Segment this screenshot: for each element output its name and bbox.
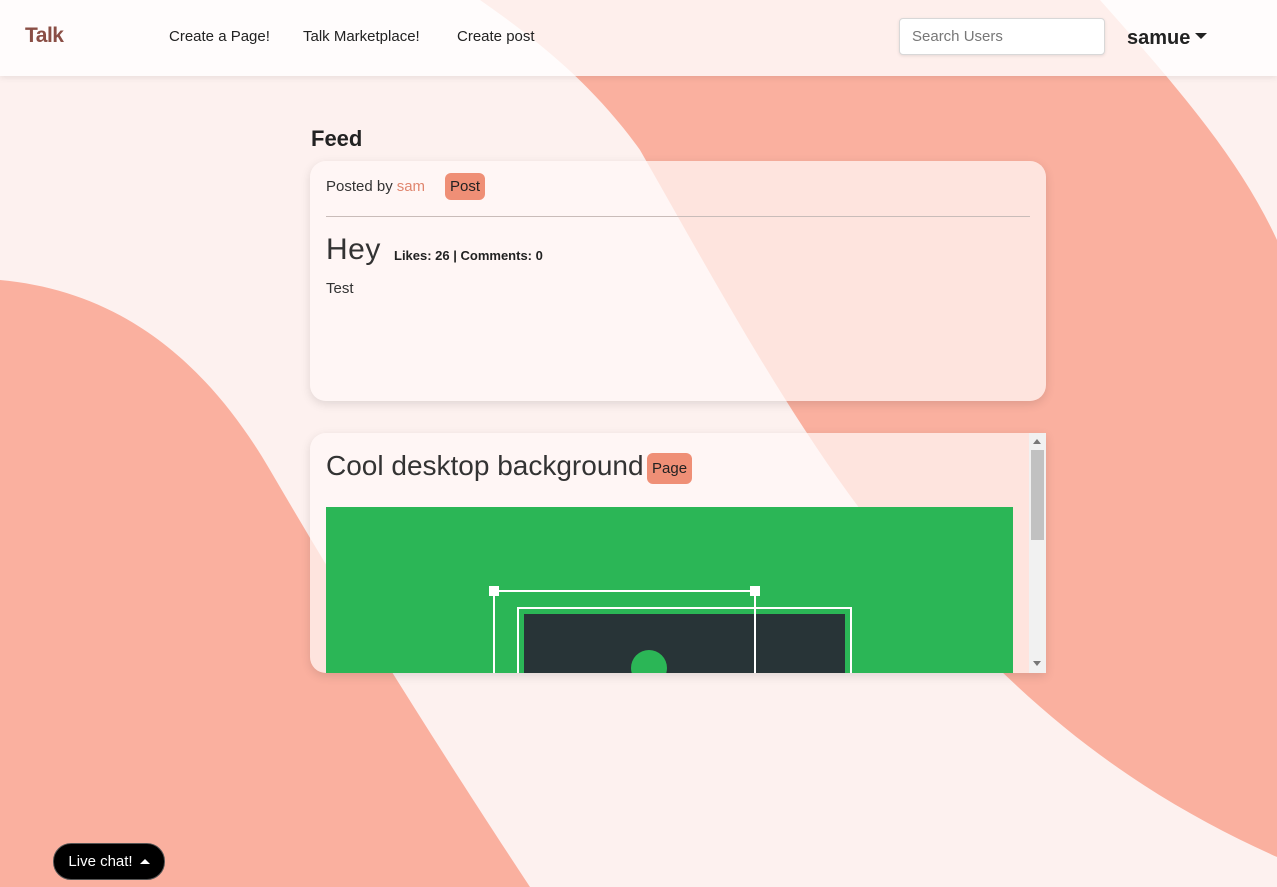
brand-logo[interactable]: Talk xyxy=(25,24,64,48)
scroll-up-icon[interactable] xyxy=(1033,439,1041,444)
top-navbar: Talk Create a Page! Talk Marketplace! Cr… xyxy=(0,0,1277,76)
nav-create-post-link[interactable]: Create post xyxy=(457,28,535,45)
page-card[interactable]: Cool desktop background Page xyxy=(310,433,1046,673)
live-chat-label: Live chat! xyxy=(68,853,133,870)
scroll-thumb[interactable] xyxy=(1031,450,1044,540)
search-users-input[interactable] xyxy=(899,18,1105,55)
caret-up-icon xyxy=(139,859,150,864)
post-card[interactable]: Posted by sam Post Hey Likes: 26 | Comme… xyxy=(310,161,1046,401)
post-stats: Likes: 26 | Comments: 0 xyxy=(394,248,543,263)
posted-by-label: Posted by xyxy=(326,178,393,195)
nav-create-page-link[interactable]: Create a Page! xyxy=(169,28,270,45)
posted-by-row: Posted by sam xyxy=(326,178,425,195)
user-dropdown[interactable]: samue xyxy=(1127,27,1208,50)
nav-marketplace-link[interactable]: Talk Marketplace! xyxy=(303,28,420,45)
feed-heading: Feed xyxy=(311,126,363,151)
scroll-down-icon[interactable] xyxy=(1033,661,1041,666)
page-title[interactable]: Cool desktop background xyxy=(326,450,644,482)
author-link[interactable]: sam xyxy=(397,178,425,195)
post-type-badge: Post xyxy=(445,173,486,200)
live-chat-button[interactable]: Live chat! xyxy=(53,843,165,880)
post-body: Test xyxy=(326,280,354,297)
post-title[interactable]: Hey xyxy=(326,233,381,267)
page-card-scrollbar[interactable] xyxy=(1029,433,1046,673)
caret-down-icon xyxy=(1195,32,1208,39)
page-type-badge: Page xyxy=(647,453,693,484)
page-image[interactable] xyxy=(326,507,1013,673)
username-label: samue xyxy=(1127,27,1191,49)
card-divider xyxy=(326,216,1030,217)
desktop-illustration xyxy=(326,507,1013,673)
